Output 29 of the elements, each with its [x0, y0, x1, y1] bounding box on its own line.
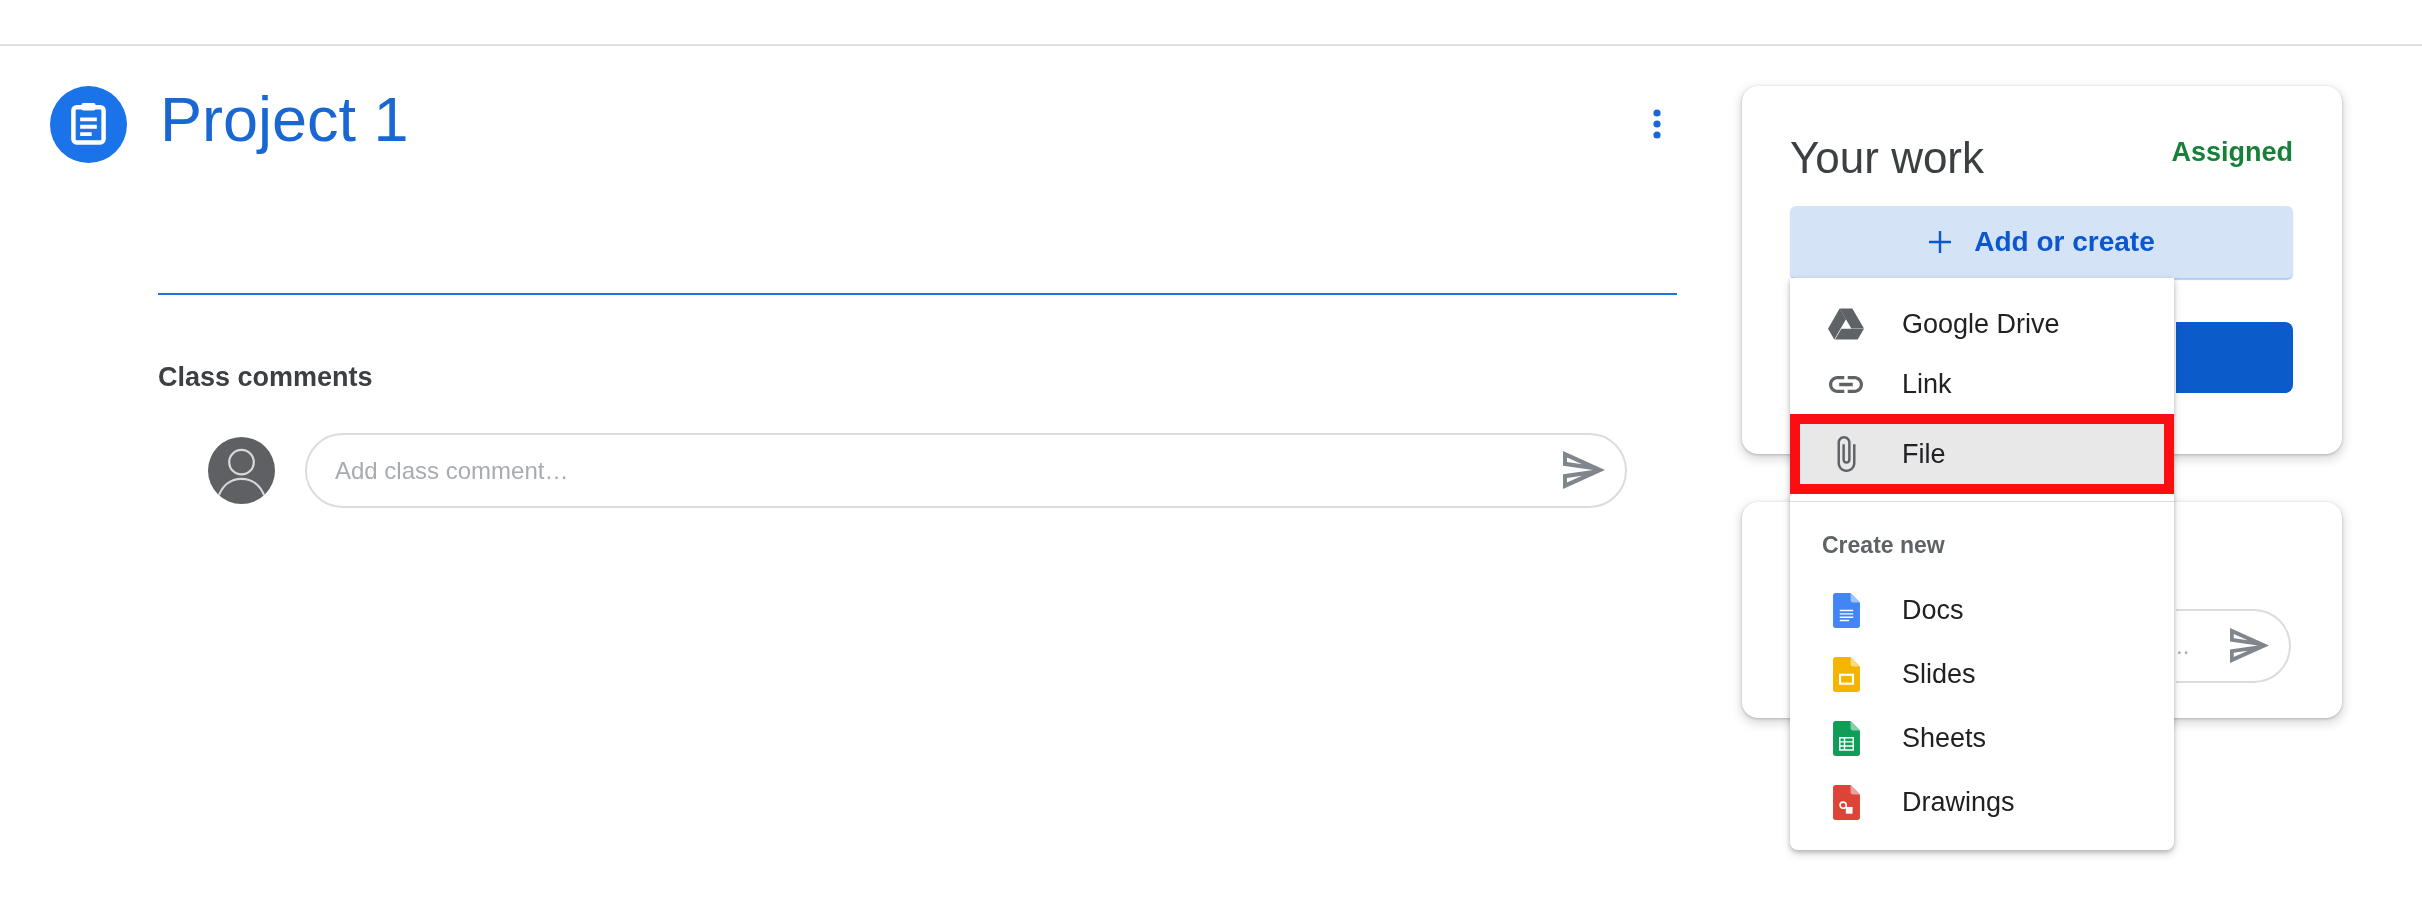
menu-item[interactable]: Slides — [1790, 642, 2174, 706]
send-button[interactable] — [2230, 628, 2269, 663]
card-title: Your work — [1790, 132, 1985, 184]
clipboard-icon — [50, 85, 127, 163]
drive-icon — [1828, 308, 1864, 340]
assignment-title: Project 1 — [160, 83, 409, 157]
send-button[interactable] — [1563, 451, 1605, 489]
menu-item[interactable]: Docs — [1790, 578, 2174, 642]
comment-field[interactable]: Add class comment… — [305, 433, 1627, 508]
menu-item[interactable]: Sheets — [1790, 706, 2174, 770]
menu-item[interactable]: File — [1790, 414, 2174, 494]
status-label: Assigned — [2171, 136, 2293, 168]
add-or-create-button[interactable]: Add or create — [1790, 206, 2293, 278]
menu-item[interactable]: Drawings — [1790, 770, 2174, 834]
more-vert-icon — [1653, 109, 1661, 139]
menu-section-heading: Create new — [1821, 531, 1946, 560]
document-icon — [1832, 592, 1860, 628]
spreadsheet-icon — [1832, 720, 1860, 756]
send-icon — [2230, 628, 2269, 663]
presentation-icon — [1832, 656, 1860, 692]
paperclip-icon — [1836, 436, 1856, 472]
plus-icon — [1928, 230, 1953, 254]
send-icon — [1563, 451, 1605, 489]
avatar-icon — [208, 437, 275, 504]
menu-item[interactable]: Google Drive — [1790, 294, 2174, 354]
link-icon — [1829, 375, 1863, 393]
comments-heading: Class comments — [158, 361, 373, 393]
drawing-file-icon — [1832, 784, 1860, 820]
menu-item[interactable]: Link — [1790, 354, 2174, 414]
